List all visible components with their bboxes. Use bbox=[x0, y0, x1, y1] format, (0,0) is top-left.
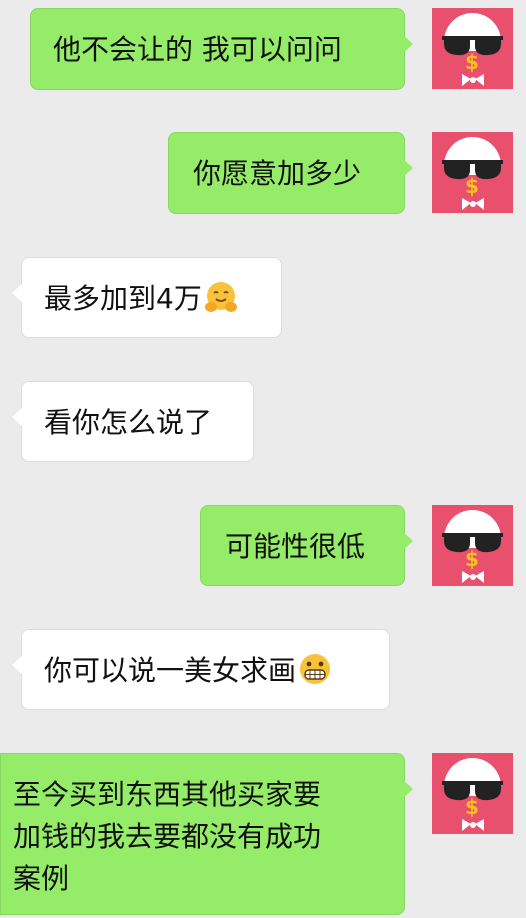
message-bubble-sent[interactable]: 可能性很低 bbox=[200, 505, 413, 586]
user-avatar[interactable]: $ bbox=[432, 8, 513, 89]
bowtie-icon bbox=[462, 198, 484, 210]
message-text: 至今买到东西其他买家要 加钱的我去要都没有成功 案例 bbox=[13, 778, 322, 895]
message-bubble-sent[interactable]: 至今买到东西其他买家要 加钱的我去要都没有成功 案例 bbox=[0, 753, 413, 915]
message-bubble-received[interactable]: 看你怎么说了 bbox=[12, 381, 254, 462]
message-text: 你愿意加多少 bbox=[193, 157, 362, 190]
user-avatar[interactable]: $ bbox=[432, 753, 513, 834]
dollar-icon: $ bbox=[465, 174, 479, 198]
bowtie-icon bbox=[462, 819, 484, 831]
message-text: 他不会让的 我可以问问 bbox=[53, 33, 342, 66]
message-bubble-sent[interactable]: 他不会让的 我可以问问 bbox=[30, 8, 413, 90]
hugging-face-icon bbox=[204, 282, 237, 312]
message-text: 你可以说一美女求画 bbox=[44, 650, 389, 692]
dollar-icon: $ bbox=[465, 547, 479, 571]
message-bubble-received[interactable]: 你可以说一美女求画 bbox=[12, 629, 390, 710]
message-text: 看你怎么说了 bbox=[44, 406, 213, 439]
bowtie-icon bbox=[462, 74, 484, 86]
dollar-icon: $ bbox=[465, 795, 479, 819]
dollar-icon: $ bbox=[465, 50, 479, 74]
message-bubble-sent[interactable]: 你愿意加多少 bbox=[168, 132, 413, 214]
message-bubble-received[interactable]: 最多加到4万 bbox=[12, 257, 282, 338]
user-avatar[interactable]: $ bbox=[432, 132, 513, 213]
message-text: 最多加到4万 bbox=[44, 278, 281, 320]
message-text: 可能性很低 bbox=[225, 530, 366, 563]
bowtie-icon bbox=[462, 571, 484, 583]
user-avatar[interactable]: $ bbox=[432, 505, 513, 586]
grimacing-face-icon bbox=[300, 654, 331, 684]
